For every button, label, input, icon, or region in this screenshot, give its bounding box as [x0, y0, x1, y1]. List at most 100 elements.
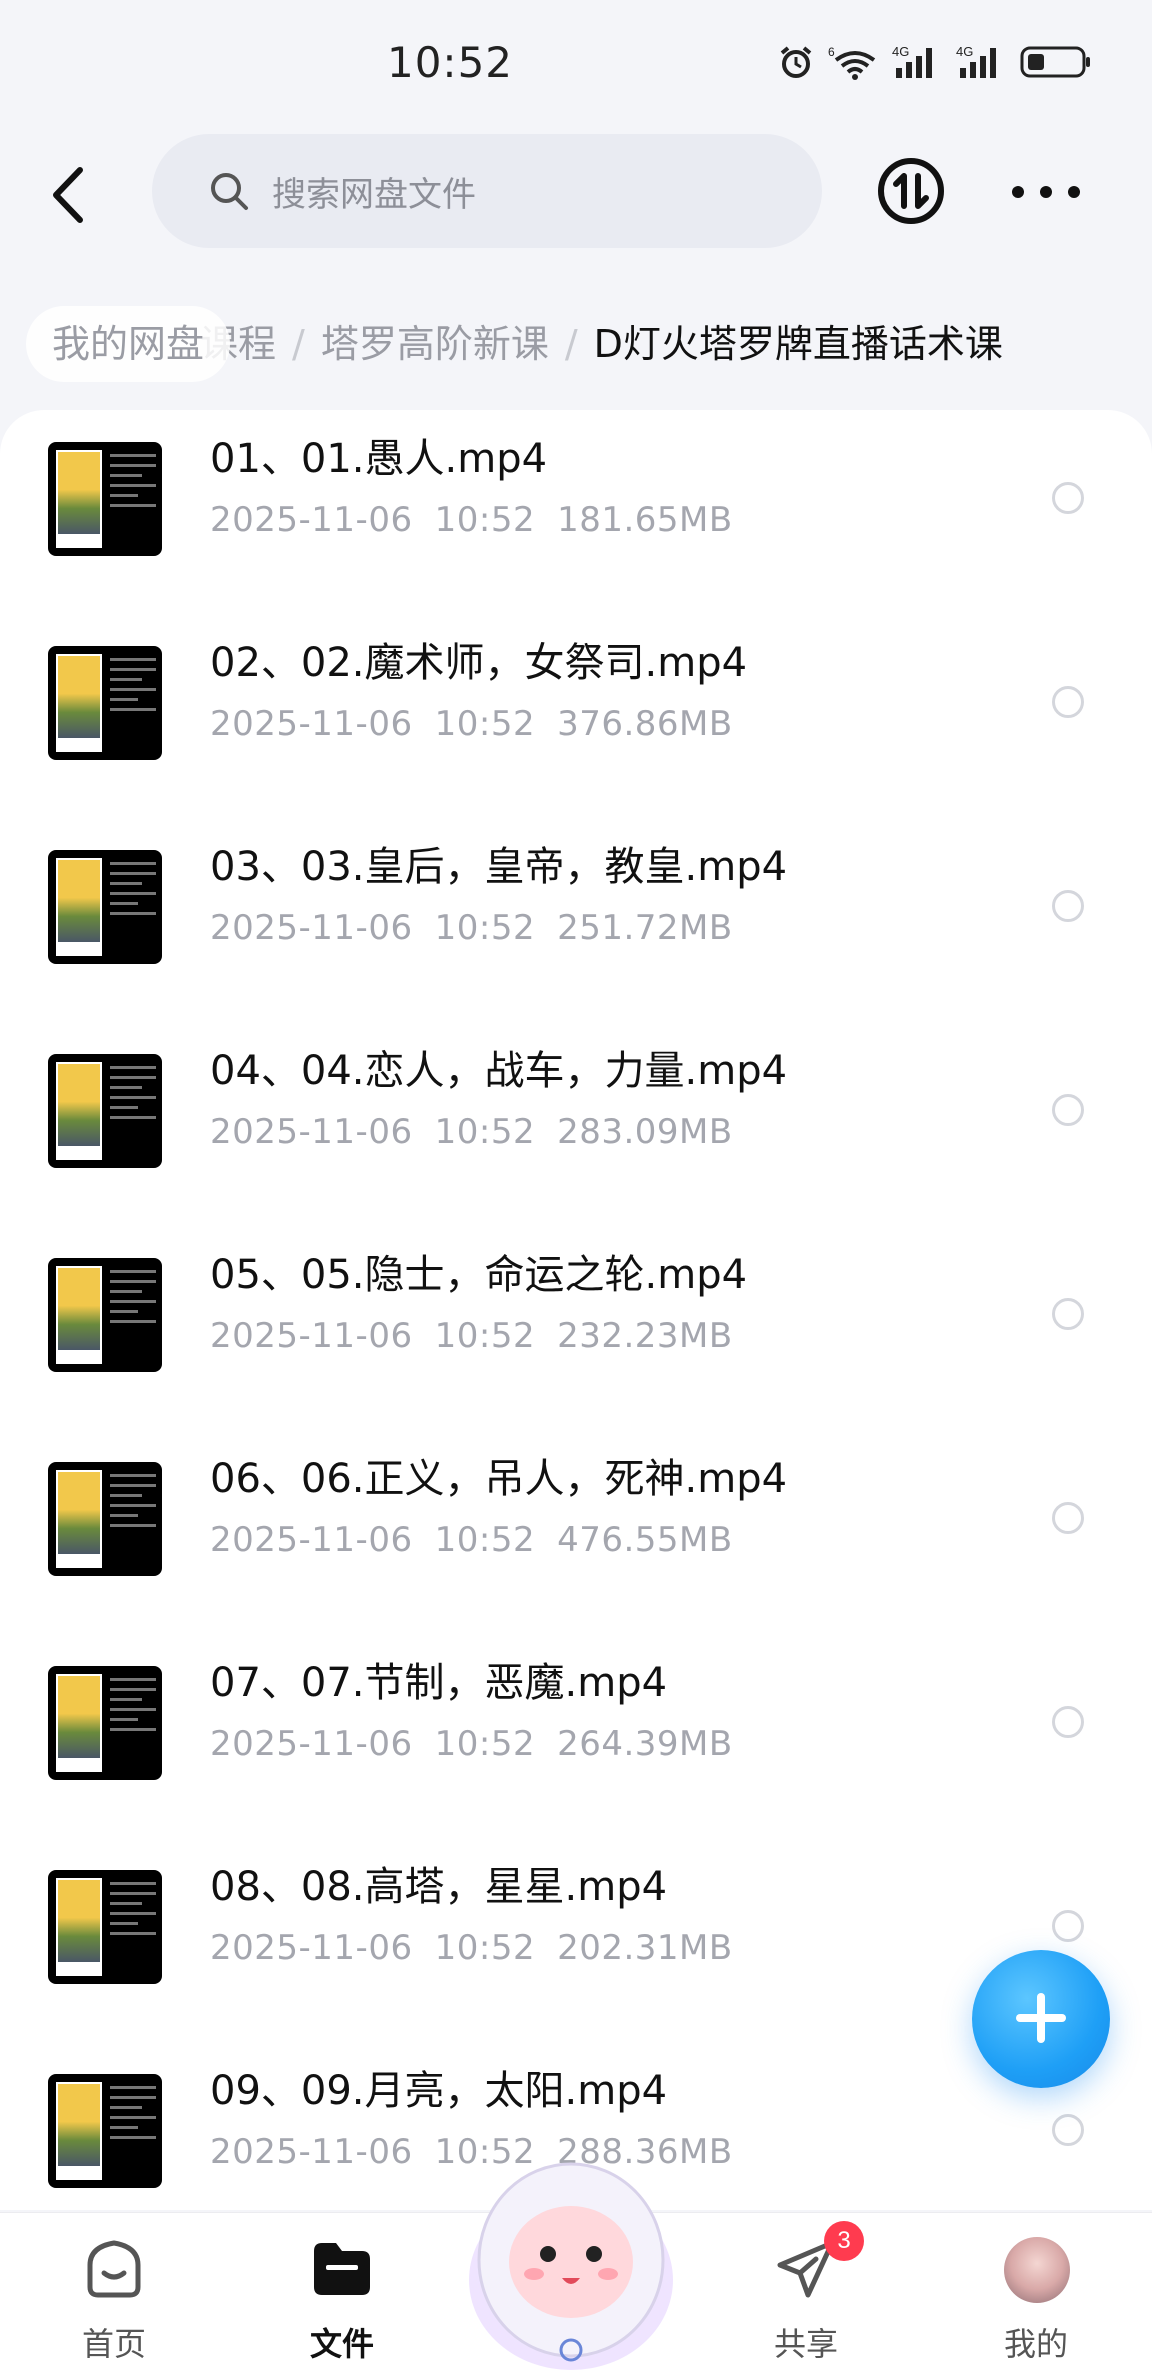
file-size: 232.23MB [557, 1316, 733, 1356]
file-meta: 2025-11-06 10:52 376.86MB [210, 704, 733, 744]
notification-badge: 3 [824, 2221, 864, 2261]
file-name: 03、03.皇后，皇帝，教皇.mp4 [210, 844, 788, 890]
select-checkbox[interactable] [1052, 890, 1084, 922]
select-checkbox[interactable] [1052, 686, 1084, 718]
file-date: 2025-11-06 [210, 1724, 413, 1764]
file-date: 2025-11-06 [210, 1112, 413, 1152]
file-row[interactable]: 01、01.愚人.mp4 2025-11-06 10:52 181.65MB [0, 422, 1152, 626]
file-row[interactable]: 02、02.魔术师，女祭司.mp4 2025-11-06 10:52 376.86M… [0, 626, 1152, 830]
video-thumbnail [48, 850, 162, 964]
file-row[interactable]: 07、07.节制，恶魔.mp4 2025-11-06 10:52 264.39MB [0, 1646, 1152, 1850]
file-meta: 2025-11-06 10:52 251.72MB [210, 908, 733, 948]
breadcrumb-separator: / [292, 322, 305, 366]
nav-item-files[interactable]: 文件 [272, 2235, 412, 2365]
file-date: 2025-11-06 [210, 1520, 413, 1560]
mascot-icon[interactable] [464, 2150, 678, 2376]
nav-label-profile: 我的 [1003, 2325, 1068, 2363]
file-size: 264.39MB [557, 1724, 733, 1764]
file-date: 2025-11-06 [210, 908, 413, 948]
file-size: 181.65MB [557, 500, 733, 540]
nav-item-home[interactable]: 首页 [44, 2235, 184, 2365]
video-thumbnail [48, 1054, 162, 1168]
nav-item-share[interactable]: 3 共享 [736, 2221, 876, 2365]
file-row[interactable]: 04、04.恋人，战车，力量.mp4 2025-11-06 10:52 283.09… [0, 1034, 1152, 1238]
file-meta: 2025-11-06 10:52 232.23MB [210, 1316, 733, 1356]
file-time: 10:52 [434, 908, 536, 948]
breadcrumb: 我的网盘 课程 / 塔罗高阶新课 / D灯火塔罗牌直播话术课 [0, 300, 1152, 390]
file-row[interactable]: 06、06.正义，吊人，死神.mp4 2025-11-06 10:52 476.55… [0, 1442, 1152, 1646]
select-checkbox[interactable] [1052, 1910, 1084, 1942]
file-date: 2025-11-06 [210, 2132, 413, 2172]
transfer-icon[interactable] [876, 156, 946, 226]
file-size: 476.55MB [557, 1520, 733, 1560]
video-thumbnail [48, 1666, 162, 1780]
video-thumbnail [48, 1258, 162, 1372]
video-thumbnail [48, 442, 162, 556]
file-name: 08、08.高塔，星星.mp4 [210, 1864, 668, 1910]
file-size: 251.72MB [557, 908, 733, 948]
file-time: 10:52 [434, 1316, 536, 1356]
search-placeholder: 搜索网盘文件 [272, 174, 476, 215]
breadcrumb-separator: / [564, 322, 578, 366]
battery-icon [1020, 46, 1090, 78]
file-row[interactable]: 03、03.皇后，皇帝，教皇.mp4 2025-11-06 10:52 251.72… [0, 830, 1152, 1034]
file-name: 02、02.魔术师，女祭司.mp4 [210, 640, 748, 686]
file-meta: 2025-11-06 10:52 476.55MB [210, 1520, 733, 1560]
file-name: 06、06.正义，吊人，死神.mp4 [210, 1456, 788, 1502]
select-checkbox[interactable] [1052, 1706, 1084, 1738]
wifi-icon: 6 [828, 45, 876, 80]
nav-label-share: 共享 [773, 2325, 838, 2363]
file-date: 2025-11-06 [210, 704, 413, 744]
breadcrumb-trail: 课程 / 塔罗高阶新课 / D灯火塔罗牌直播话术课 [200, 306, 1003, 382]
file-name: 05、05.隐士，命运之轮.mp4 [210, 1252, 748, 1298]
select-checkbox[interactable] [1052, 2114, 1084, 2146]
file-list: 01、01.愚人.mp4 2025-11-06 10:52 181.65MB 02、… [0, 410, 1152, 2210]
signal-4g-icon: 4G [892, 44, 932, 78]
file-meta: 2025-11-06 10:52 264.39MB [210, 1724, 733, 1764]
nav-item-profile[interactable]: 我的 [966, 2235, 1106, 2365]
search-input[interactable]: 搜索网盘文件 [152, 134, 822, 248]
file-time: 10:52 [434, 1112, 536, 1152]
file-time: 10:52 [434, 1520, 536, 1560]
file-date: 2025-11-06 [210, 1928, 413, 1968]
nav-label-home: 首页 [81, 2325, 146, 2363]
file-time: 10:52 [434, 1724, 536, 1764]
select-checkbox[interactable] [1052, 482, 1084, 514]
file-time: 10:52 [434, 500, 536, 540]
file-name: 07、07.节制，恶魔.mp4 [210, 1660, 668, 1706]
file-date: 2025-11-06 [210, 1316, 413, 1356]
select-checkbox[interactable] [1052, 1298, 1084, 1330]
signal-label-1: 4G [892, 44, 909, 59]
signal-label-2: 4G [956, 44, 973, 59]
more-icon[interactable] [1006, 166, 1086, 216]
add-button[interactable] [972, 1950, 1110, 2088]
select-checkbox[interactable] [1052, 1094, 1084, 1126]
video-thumbnail [48, 1870, 162, 1984]
file-time: 10:52 [434, 1928, 536, 1968]
file-name: 04、04.恋人，战车，力量.mp4 [210, 1048, 788, 1094]
breadcrumb-current: D灯火塔罗牌直播话术课 [593, 322, 1003, 366]
file-size: 202.31MB [557, 1928, 733, 1968]
select-checkbox[interactable] [1052, 1502, 1084, 1534]
breadcrumb-root[interactable]: 我的网盘 [26, 306, 231, 382]
status-time: 10:52 [386, 38, 514, 87]
file-size: 283.09MB [557, 1112, 733, 1152]
file-name: 01、01.愚人.mp4 [210, 436, 548, 482]
file-row[interactable]: 05、05.隐士，命运之轮.mp4 2025-11-06 10:52 232.23M… [0, 1238, 1152, 1442]
wifi-label: 6 [828, 45, 835, 59]
video-thumbnail [48, 2074, 162, 2188]
breadcrumb-middle[interactable]: 塔罗高阶新课 [321, 322, 549, 366]
video-thumbnail [48, 646, 162, 760]
folder-icon [314, 2243, 370, 2295]
status-bar: 10:52 6 4G 4G [0, 0, 1152, 130]
status-icons: 6 4G 4G [778, 44, 1092, 80]
file-size: 376.86MB [557, 704, 733, 744]
file-time: 10:52 [434, 704, 536, 744]
file-meta: 2025-11-06 10:52 202.31MB [210, 1928, 733, 1968]
file-meta: 2025-11-06 10:52 283.09MB [210, 1112, 733, 1152]
back-arrow-icon[interactable] [40, 160, 100, 230]
signal-4g-icon: 4G [956, 44, 996, 78]
home-icon [87, 2240, 141, 2298]
avatar-icon [1004, 2237, 1070, 2303]
nav-label-files: 文件 [309, 2325, 374, 2363]
